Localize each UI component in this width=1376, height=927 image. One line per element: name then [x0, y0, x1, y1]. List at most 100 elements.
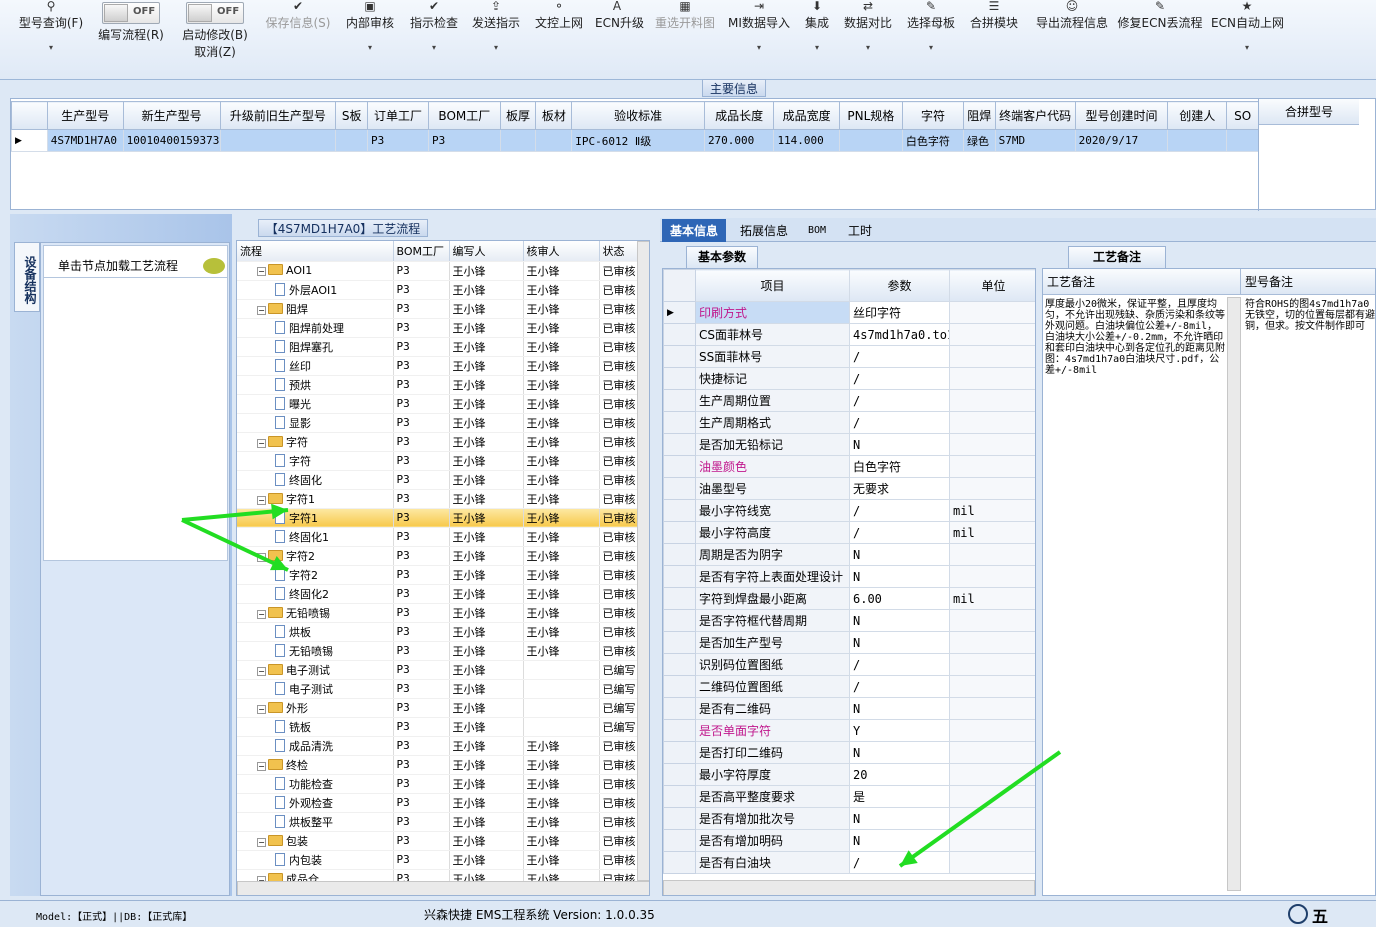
main-info-cell[interactable]	[838, 129, 903, 152]
param-value[interactable]: 6.00	[849, 587, 950, 610]
flow-node[interactable]: 显影	[237, 413, 394, 433]
param-row[interactable]: 是否打印二维码 N	[663, 741, 1035, 764]
param-row[interactable]: ▶ 印刷方式 丝印字符	[663, 301, 1035, 324]
param-row[interactable]: 是否加无铅标记 N	[663, 433, 1035, 456]
main-info-cell[interactable]: P3	[428, 129, 501, 152]
flow-column-header[interactable]: BOM工厂	[393, 241, 450, 262]
flow-column-header[interactable]: 编写人	[449, 241, 524, 262]
param-row[interactable]: 识别码位置图纸 /	[663, 653, 1035, 676]
flow-node[interactable]: 终固化2	[237, 584, 394, 604]
column-header[interactable]: BOM工厂	[428, 101, 501, 130]
param-row[interactable]: 生产周期位置 /	[663, 389, 1035, 412]
collapse-icon[interactable]: −	[257, 704, 266, 714]
column-header[interactable]: 终端客户代码	[994, 101, 1076, 130]
param-value[interactable]: 是	[849, 785, 950, 808]
column-header[interactable]: 成品宽度	[773, 101, 840, 130]
flow-tree-row[interactable]: 外层AOI1 P3 王小锋 王小锋 已审核	[237, 280, 638, 300]
param-value[interactable]: N	[849, 829, 950, 852]
main-info-cell[interactable]	[335, 129, 368, 152]
main-info-cell[interactable]: 270.000	[703, 129, 775, 152]
flow-tree-row[interactable]: 曝光 P3 王小锋 王小锋 已审核	[237, 394, 638, 414]
collapse-icon[interactable]: −	[257, 552, 266, 562]
param-row[interactable]: 最小字符线宽 / mil	[663, 499, 1035, 522]
param-row[interactable]: 二维码位置图纸 /	[663, 675, 1035, 698]
collapse-icon[interactable]: −	[257, 761, 266, 771]
param-value[interactable]: N	[849, 741, 950, 764]
param-value[interactable]: 丝印字符	[849, 301, 950, 324]
param-value[interactable]: N	[849, 565, 950, 588]
param-row[interactable]: CS面菲林号 4s7md1h7a0.to1	[663, 323, 1035, 346]
write-flow-toggle[interactable]: OFF 编写流程(R)	[95, 0, 167, 78]
repair-ecn-button[interactable]: ✎ 修复ECN丢流程	[1117, 0, 1203, 78]
column-header[interactable]: 验收标准	[571, 101, 705, 130]
collapse-icon[interactable]: −	[257, 438, 266, 448]
param-column-header[interactable]: 参数	[849, 269, 950, 302]
param-row[interactable]: 周期是否为阴字 N	[663, 543, 1035, 566]
mi-import-button[interactable]: ⇥ MI数据导入 ▾	[726, 0, 792, 78]
load-flow-box[interactable]: 单击节点加载工艺流程	[43, 245, 228, 561]
tab-3[interactable]: 工时	[840, 219, 880, 242]
flow-node[interactable]: 阻焊塞孔	[237, 337, 394, 357]
param-value[interactable]: 20	[849, 763, 950, 786]
column-header[interactable]: PNL规格	[838, 101, 903, 130]
start-edit-toggle[interactable]: OFF 启动修改(B) 取消(Z)	[180, 0, 250, 78]
chevron-down-icon[interactable]: ▾	[10, 43, 92, 52]
flow-tree-row[interactable]: 功能检查 P3 王小锋 王小锋 已审核	[237, 774, 638, 794]
flow-node[interactable]: − 终检	[237, 755, 394, 775]
flow-tree-row[interactable]: 铣板 P3 王小锋 已编写	[237, 717, 638, 737]
instruction-check-button[interactable]: ✔ 指示检查 ▾	[406, 0, 462, 78]
param-value[interactable]: 白色字符	[849, 455, 950, 478]
flow-horizontal-scrollbar[interactable]	[237, 881, 649, 895]
flow-node[interactable]: 成品清洗	[237, 736, 394, 756]
flow-node[interactable]: 曝光	[237, 394, 394, 414]
flow-node[interactable]: 内包装	[237, 850, 394, 870]
flow-node[interactable]: 阻焊前处理	[237, 318, 394, 338]
param-column-header[interactable]: 单位	[949, 269, 1035, 302]
column-header[interactable]: 升级前旧生产型号	[219, 101, 337, 130]
param-column-header[interactable]: 项目	[695, 269, 850, 302]
param-value[interactable]: /	[849, 653, 950, 676]
param-value[interactable]: N	[849, 543, 950, 566]
main-info-cell[interactable]: P3	[366, 129, 430, 152]
flow-column-header[interactable]: 流程	[237, 241, 394, 262]
param-value[interactable]: /	[849, 851, 950, 874]
param-value[interactable]: Y	[849, 719, 950, 742]
main-info-cell[interactable]: 绿色	[963, 129, 996, 152]
flow-tree-row[interactable]: 成品清洗 P3 王小锋 王小锋 已审核	[237, 736, 638, 756]
param-row[interactable]: 是否字符框代替周期 N	[663, 609, 1035, 632]
main-info-cell[interactable]	[1167, 129, 1228, 152]
flow-tree-row[interactable]: − 字符1 P3 王小锋 王小锋 已审核	[237, 489, 638, 509]
merge-module-button[interactable]: ☰ 合拼模块	[966, 0, 1022, 78]
params-horizontal-scrollbar[interactable]	[663, 880, 1035, 895]
flow-tree-row[interactable]: 丝印 P3 王小锋 王小锋 已审核	[237, 356, 638, 376]
flow-node[interactable]: 字符2	[237, 565, 394, 585]
flow-vertical-scrollbar[interactable]	[637, 241, 649, 881]
main-info-cell[interactable]: S7MD	[994, 129, 1076, 152]
flow-tree-row[interactable]: − 电子测试 P3 王小锋 已编写	[237, 660, 638, 680]
param-value[interactable]: N	[849, 433, 950, 456]
column-header[interactable]: S板	[335, 101, 368, 130]
flow-node[interactable]: − 电子测试	[237, 660, 394, 680]
chevron-down-icon[interactable]: ▾	[802, 43, 832, 52]
flow-tree-row[interactable]: − 外形 P3 王小锋 已编写	[237, 698, 638, 718]
param-row[interactable]: 油墨型号 无要求	[663, 477, 1035, 500]
flow-node[interactable]: 烘板整平	[237, 812, 394, 832]
chevron-down-icon[interactable]: ▾	[904, 43, 958, 52]
param-row[interactable]: 是否有白油块 /	[663, 851, 1035, 874]
param-value[interactable]: N	[849, 807, 950, 830]
save-info-button[interactable]: ✔ 保存信息(S)	[262, 0, 334, 78]
process-remarks-tab[interactable]: 工艺备注	[1068, 246, 1166, 268]
collapse-icon[interactable]: −	[257, 837, 266, 847]
main-info-cell[interactable]: 4S7MD1H7A0	[46, 129, 124, 152]
flow-tree-row[interactable]: 无铅喷锡 P3 王小锋 王小锋 已审核	[237, 641, 638, 661]
main-info-cell[interactable]	[499, 129, 537, 152]
column-header[interactable]: 新生产型号	[122, 101, 221, 130]
flow-column-header[interactable]: 状态	[599, 241, 638, 262]
main-info-cell[interactable]	[219, 129, 337, 152]
flow-node[interactable]: − 外形	[237, 698, 394, 718]
flow-tree-row[interactable]: 终固化2 P3 王小锋 王小锋 已审核	[237, 584, 638, 604]
collapse-icon[interactable]: −	[257, 267, 266, 276]
param-row[interactable]: 是否单面字符 Y	[663, 719, 1035, 742]
flow-tree-row[interactable]: 字符 P3 王小锋 王小锋 已审核	[237, 451, 638, 471]
param-row[interactable]: 是否高平整度要求是	[663, 785, 1035, 808]
